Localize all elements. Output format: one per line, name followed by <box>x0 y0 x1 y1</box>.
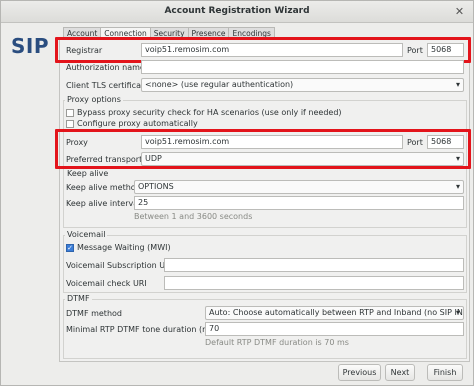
bypass-label: Bypass proxy security check for HA scena… <box>77 108 342 117</box>
keep-alive-interval-hint: Between 1 and 3600 seconds <box>134 212 253 221</box>
auth-name-label: Authorization name <box>66 63 145 72</box>
mwi-label: Message Waiting (MWI) <box>77 243 171 252</box>
chevron-down-icon: ▾ <box>455 308 460 317</box>
tls-value: <none> (use regular authentication) <box>145 80 294 89</box>
voicemail-check-input[interactable] <box>164 276 464 290</box>
keep-alive-method-value: OPTIONS <box>138 182 174 191</box>
previous-button[interactable]: Previous <box>338 364 381 381</box>
tls-label: Client TLS certificate <box>66 81 150 90</box>
close-icon[interactable]: ✕ <box>452 4 467 19</box>
dtmf-min-hint: Default RTP DTMF duration is 70 ms <box>205 338 349 347</box>
mwi-checkbox[interactable]: ✓ <box>66 244 74 252</box>
keep-alive-method-select[interactable]: OPTIONS ▾ <box>134 180 464 194</box>
voicemail-subscription-label: Voicemail Subscription URI <box>66 261 173 270</box>
proxy-options-label: Proxy options <box>65 95 123 104</box>
voicemail-check-label: Voicemail check URI <box>66 279 147 288</box>
bypass-checkbox[interactable] <box>66 109 74 117</box>
voicemail-label: Voicemail <box>65 230 108 239</box>
voicemail-subscription-input[interactable] <box>164 258 464 272</box>
chevron-down-icon: ▾ <box>455 80 460 89</box>
window-title: Account Registration Wizard <box>164 6 310 16</box>
auth-name-input[interactable] <box>141 60 464 74</box>
checkmark-icon: ✓ <box>67 244 73 252</box>
sip-logo: SIP <box>11 34 50 58</box>
proxy-highlight <box>55 129 471 169</box>
dtmf-method-select[interactable]: Auto: Choose automatically between RTP a… <box>205 306 464 320</box>
keep-alive-label: Keep alive <box>65 169 111 178</box>
next-button[interactable]: Next <box>385 364 415 381</box>
finish-button[interactable]: Finish <box>427 364 463 381</box>
connection-panel: Registrar voip51.remosim.com Port 5068 A… <box>55 37 471 362</box>
dtmf-method-label: DTMF method <box>66 309 122 318</box>
keep-alive-interval-label: Keep alive interval <box>66 199 141 208</box>
title-bar: Account Registration Wizard ✕ <box>1 1 473 23</box>
dtmf-label: DTMF <box>65 294 92 303</box>
configure-proxy-checkbox[interactable] <box>66 120 74 128</box>
configure-proxy-label: Configure proxy automatically <box>77 119 198 128</box>
chevron-down-icon: ▾ <box>455 182 460 191</box>
wizard-window: Account Registration Wizard ✕ SIP Accoun… <box>0 0 474 386</box>
dtmf-min-label: Minimal RTP DTMF tone duration (ms) <box>66 325 218 334</box>
keep-alive-interval-input[interactable]: 25 <box>134 196 464 210</box>
dtmf-method-value: Auto: Choose automatically between RTP a… <box>209 308 464 317</box>
dtmf-min-input[interactable]: 70 <box>205 322 464 336</box>
keep-alive-method-label: Keep alive method <box>66 183 141 192</box>
tls-select[interactable]: <none> (use regular authentication) ▾ <box>141 78 464 92</box>
